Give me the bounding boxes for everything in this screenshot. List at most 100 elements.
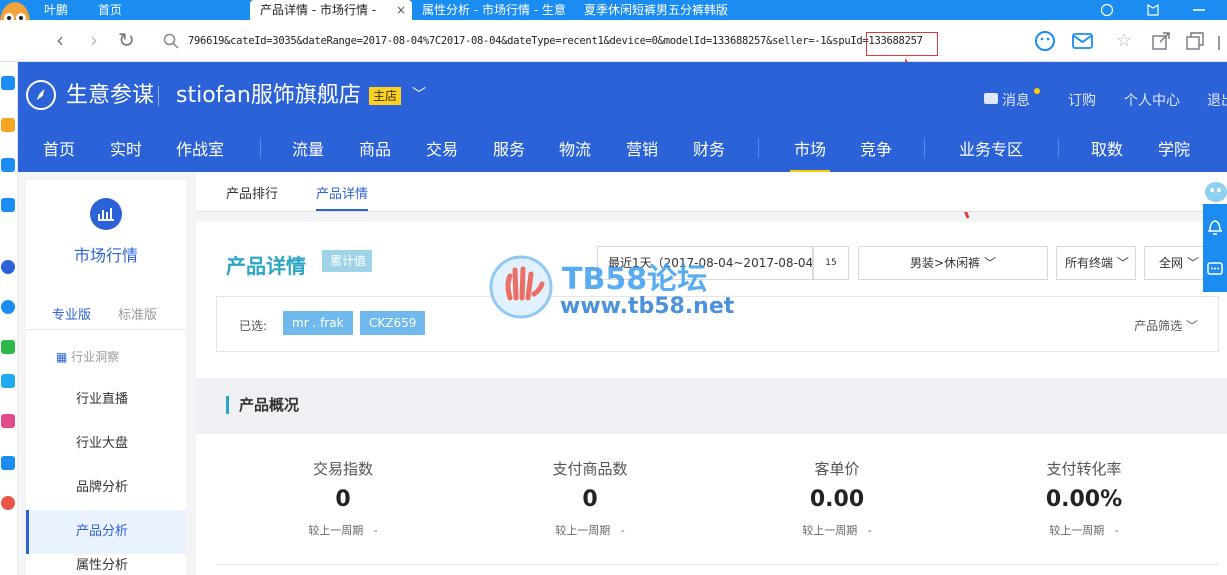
nav-item-industry-live[interactable]: 行业直播 bbox=[26, 378, 186, 422]
nav-item-attribute-analysis[interactable]: 属性分析 bbox=[26, 554, 186, 575]
menu-competition[interactable]: 竞争 bbox=[860, 136, 892, 160]
refresh-icon[interactable]: ↻ bbox=[118, 28, 135, 52]
message-icon[interactable] bbox=[984, 93, 998, 104]
tab-summer-shorts[interactable]: 夏季休闲短裤男五分裤韩版 bbox=[584, 0, 744, 20]
mail-icon[interactable] bbox=[1072, 32, 1094, 50]
app-icon-3[interactable] bbox=[1, 340, 15, 354]
menu-goods[interactable]: 商品 bbox=[359, 136, 391, 160]
tab-product-detail[interactable]: 产品详情 - 市场行情 - × bbox=[250, 0, 412, 20]
menu-trade[interactable]: 交易 bbox=[426, 136, 458, 160]
annotation-box bbox=[866, 32, 938, 56]
notes-icon[interactable] bbox=[1, 198, 15, 212]
menu-icon[interactable] bbox=[1218, 36, 1220, 50]
menu-divider bbox=[260, 138, 261, 158]
nav-group-industry: ▦ 行业洞察 bbox=[56, 350, 120, 364]
nav-item-product-analysis[interactable]: 产品分析 bbox=[26, 510, 186, 554]
chevron-down-icon: ﹀ bbox=[983, 256, 996, 270]
category-select[interactable]: 男装>休闲裤 ﹀ bbox=[858, 246, 1048, 280]
watermark-title: TB58论坛 bbox=[562, 262, 708, 297]
tab-home[interactable]: 首页 bbox=[98, 0, 248, 20]
tab-attribute-analysis[interactable]: 属性分析 - 市场行情 - 生意 bbox=[422, 0, 574, 20]
app-icon-1[interactable] bbox=[1, 260, 15, 274]
star-icon[interactable]: ☆ bbox=[1116, 30, 1132, 51]
kpi-label: 支付转化率 bbox=[1046, 460, 1122, 478]
address-bar: ‹ › ↻ 796619&cateId=3035&dateRange=2017-… bbox=[0, 20, 1227, 62]
tab-product-rank[interactable]: 产品排行 bbox=[226, 183, 278, 202]
chevron-down-icon: ﹀ bbox=[1116, 256, 1129, 270]
terminal-select[interactable]: 所有终端 ﹀ bbox=[1056, 246, 1136, 280]
window-icon[interactable] bbox=[1186, 32, 1204, 50]
selected-label: 已选: bbox=[239, 319, 268, 333]
chevron-down-icon: ﹀ bbox=[1186, 256, 1199, 270]
selected-chip-product[interactable]: CKZ659 bbox=[360, 311, 426, 335]
list-icon[interactable] bbox=[1, 76, 15, 90]
kpi-compare: 较上一周期 - bbox=[555, 524, 625, 537]
menu-business-zone[interactable]: 业务专区 bbox=[959, 136, 1023, 160]
kpi-paid-items: 支付商品数 0 较上一周期 - bbox=[480, 458, 700, 538]
product-filter-button[interactable]: 产品筛选 ﹀ bbox=[1134, 317, 1198, 334]
nav-item-industry-overview[interactable]: 行业大盘 bbox=[26, 422, 186, 466]
menu-warroom[interactable]: 作战室 bbox=[176, 136, 224, 160]
sun-icon[interactable] bbox=[1, 118, 15, 132]
header-logout[interactable]: 退出 bbox=[1207, 90, 1227, 110]
compass-icon[interactable] bbox=[26, 80, 56, 110]
kpi-trade-index: 交易指数 0 较上一周期 - bbox=[233, 458, 453, 538]
kpi-value: 0 bbox=[582, 487, 598, 512]
menu-logistics[interactable]: 物流 bbox=[559, 136, 591, 160]
right-float-toolbar bbox=[1203, 204, 1227, 292]
nav-item-brand-analysis[interactable]: 品牌分析 bbox=[26, 466, 186, 510]
url-field[interactable]: 796619&cateId=3035&dateRange=2017-08-04%… bbox=[188, 35, 923, 47]
brand-divider bbox=[158, 86, 159, 106]
kpi-value: 0.00% bbox=[1045, 487, 1123, 512]
window-controls-icon[interactable] bbox=[1100, 3, 1210, 17]
section-band bbox=[196, 378, 1227, 434]
mascot-icon[interactable] bbox=[1202, 178, 1227, 204]
doc-icon[interactable] bbox=[1, 158, 15, 172]
version-standard[interactable]: 标准版 bbox=[118, 304, 157, 323]
watermark: TB58论坛 www.tb58.net bbox=[488, 240, 748, 324]
header-profile[interactable]: 个人中心 bbox=[1124, 90, 1180, 110]
chevron-down-icon[interactable]: ﹀ bbox=[412, 84, 426, 104]
menu-marketing[interactable]: 营销 bbox=[626, 136, 658, 160]
app-icon-4[interactable] bbox=[1, 374, 15, 388]
share-icon[interactable] bbox=[1152, 32, 1170, 50]
header-subscribe[interactable]: 订购 bbox=[1068, 90, 1096, 110]
calendar-icon[interactable]: 15 bbox=[813, 246, 849, 280]
app-icon-2[interactable] bbox=[1, 300, 15, 314]
selected-chip-brand[interactable]: mr . frak bbox=[283, 311, 353, 335]
version-pro[interactable]: 专业版 bbox=[52, 304, 91, 323]
tab-close-icon[interactable]: × bbox=[396, 0, 406, 20]
page-title: 产品详情 bbox=[226, 254, 306, 278]
shop-name[interactable]: stiofan服饰旗舰店 bbox=[176, 82, 361, 110]
bell-icon[interactable] bbox=[1207, 218, 1223, 236]
menu-finance[interactable]: 财务 bbox=[693, 136, 725, 160]
menu-service[interactable]: 服务 bbox=[493, 136, 525, 160]
app-icon-5[interactable] bbox=[1, 414, 15, 428]
menu-divider bbox=[1058, 138, 1059, 158]
emoji-icon[interactable] bbox=[1034, 30, 1056, 52]
menu-data-fetch[interactable]: 取数 bbox=[1091, 136, 1123, 160]
tab-user[interactable]: 叶鹏 bbox=[44, 0, 94, 20]
menu-traffic[interactable]: 流量 bbox=[292, 136, 324, 160]
kpi-unit-price: 客单价 0.00 较上一周期 - bbox=[727, 458, 947, 538]
kpi-value: 0 bbox=[335, 487, 351, 512]
menu-market[interactable]: 市场 bbox=[789, 136, 831, 173]
menu-home[interactable]: 首页 bbox=[43, 136, 75, 160]
tab-product-detail-sub[interactable]: 产品详情 bbox=[316, 183, 369, 211]
left-nav-panel: 市场行情 专业版 标准版 ▦ 行业洞察 行业直播 行业大盘 品牌分析 产品分析 … bbox=[26, 180, 186, 575]
back-icon[interactable]: ‹ bbox=[56, 28, 64, 52]
app-icon-6[interactable] bbox=[1, 456, 15, 470]
kpi-value: 0.00 bbox=[809, 487, 865, 512]
sub-tabs: 产品排行 产品详情 bbox=[196, 172, 1227, 212]
header-messages[interactable]: 消息 bbox=[1002, 90, 1030, 110]
chat-icon[interactable] bbox=[1207, 262, 1223, 278]
chart-icon bbox=[90, 198, 122, 230]
hand-logo-icon bbox=[489, 255, 553, 319]
forward-icon[interactable]: › bbox=[90, 28, 98, 52]
menu-academy[interactable]: 学院 bbox=[1158, 136, 1190, 160]
watermark-url: www.tb58.net bbox=[560, 294, 735, 319]
menu-realtime[interactable]: 实时 bbox=[110, 136, 142, 160]
browser-sidebar bbox=[0, 62, 18, 575]
app-icon-7[interactable] bbox=[1, 496, 15, 510]
brand-title[interactable]: 生意参谋 bbox=[66, 82, 154, 110]
